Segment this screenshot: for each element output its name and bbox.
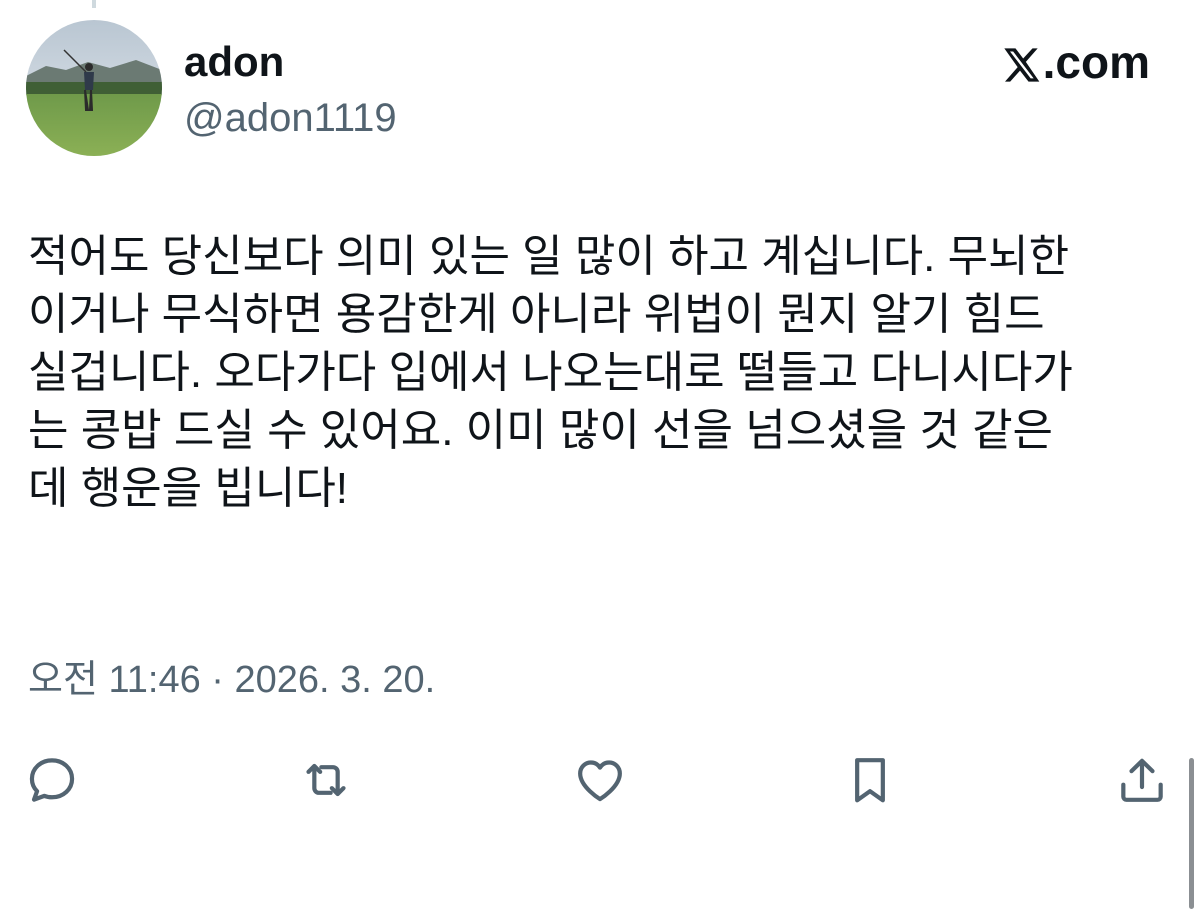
- tweet-line: 데 행운을 빕니다!: [28, 464, 349, 513]
- like-button[interactable]: [572, 752, 628, 808]
- reply-icon: [29, 758, 75, 802]
- bookmark-icon: [855, 758, 885, 803]
- tweet-line: 는 콩밥 드실 수 있어요. 이미 많이 선을 넘으셨을 것 같은: [28, 406, 1054, 455]
- retweet-button[interactable]: [298, 752, 354, 808]
- avatar-photo: [26, 20, 162, 156]
- thread-connector: [92, 0, 96, 8]
- brand-domain: .com: [1042, 36, 1150, 88]
- tweet-line: 적어도 당신보다 의미 있는 일 많이 하고 계십니다. 무뇌한: [28, 232, 1070, 281]
- user-handle[interactable]: @adon1119: [184, 94, 397, 142]
- heart-icon: [578, 760, 622, 802]
- tweet-line: 실겁니다. 오다가다 입에서 나오는대로 떨들고 다니시다가: [28, 348, 1073, 397]
- tweet-timestamp[interactable]: 오전 11:46 · 2026. 3. 20.: [28, 655, 435, 705]
- share-button[interactable]: [1114, 752, 1170, 808]
- tweet-line: 이거나 무식하면 용감한게 아니라 위법이 뭔지 알기 힘드: [28, 290, 1045, 339]
- x-brand-link[interactable]: .com: [1001, 36, 1150, 88]
- reply-button[interactable]: [24, 752, 80, 808]
- avatar[interactable]: [26, 20, 162, 156]
- x-logo-icon: [1001, 42, 1041, 82]
- tweet-body: 적어도 당신보다 의미 있는 일 많이 하고 계십니다. 무뇌한 이거나 무식하…: [28, 228, 1178, 518]
- share-icon: [1121, 758, 1163, 802]
- scrollbar[interactable]: [1189, 758, 1194, 909]
- action-bar: [0, 752, 1200, 812]
- retweet-icon: [306, 763, 346, 797]
- display-name[interactable]: adon: [184, 38, 284, 86]
- bookmark-button[interactable]: [842, 752, 898, 808]
